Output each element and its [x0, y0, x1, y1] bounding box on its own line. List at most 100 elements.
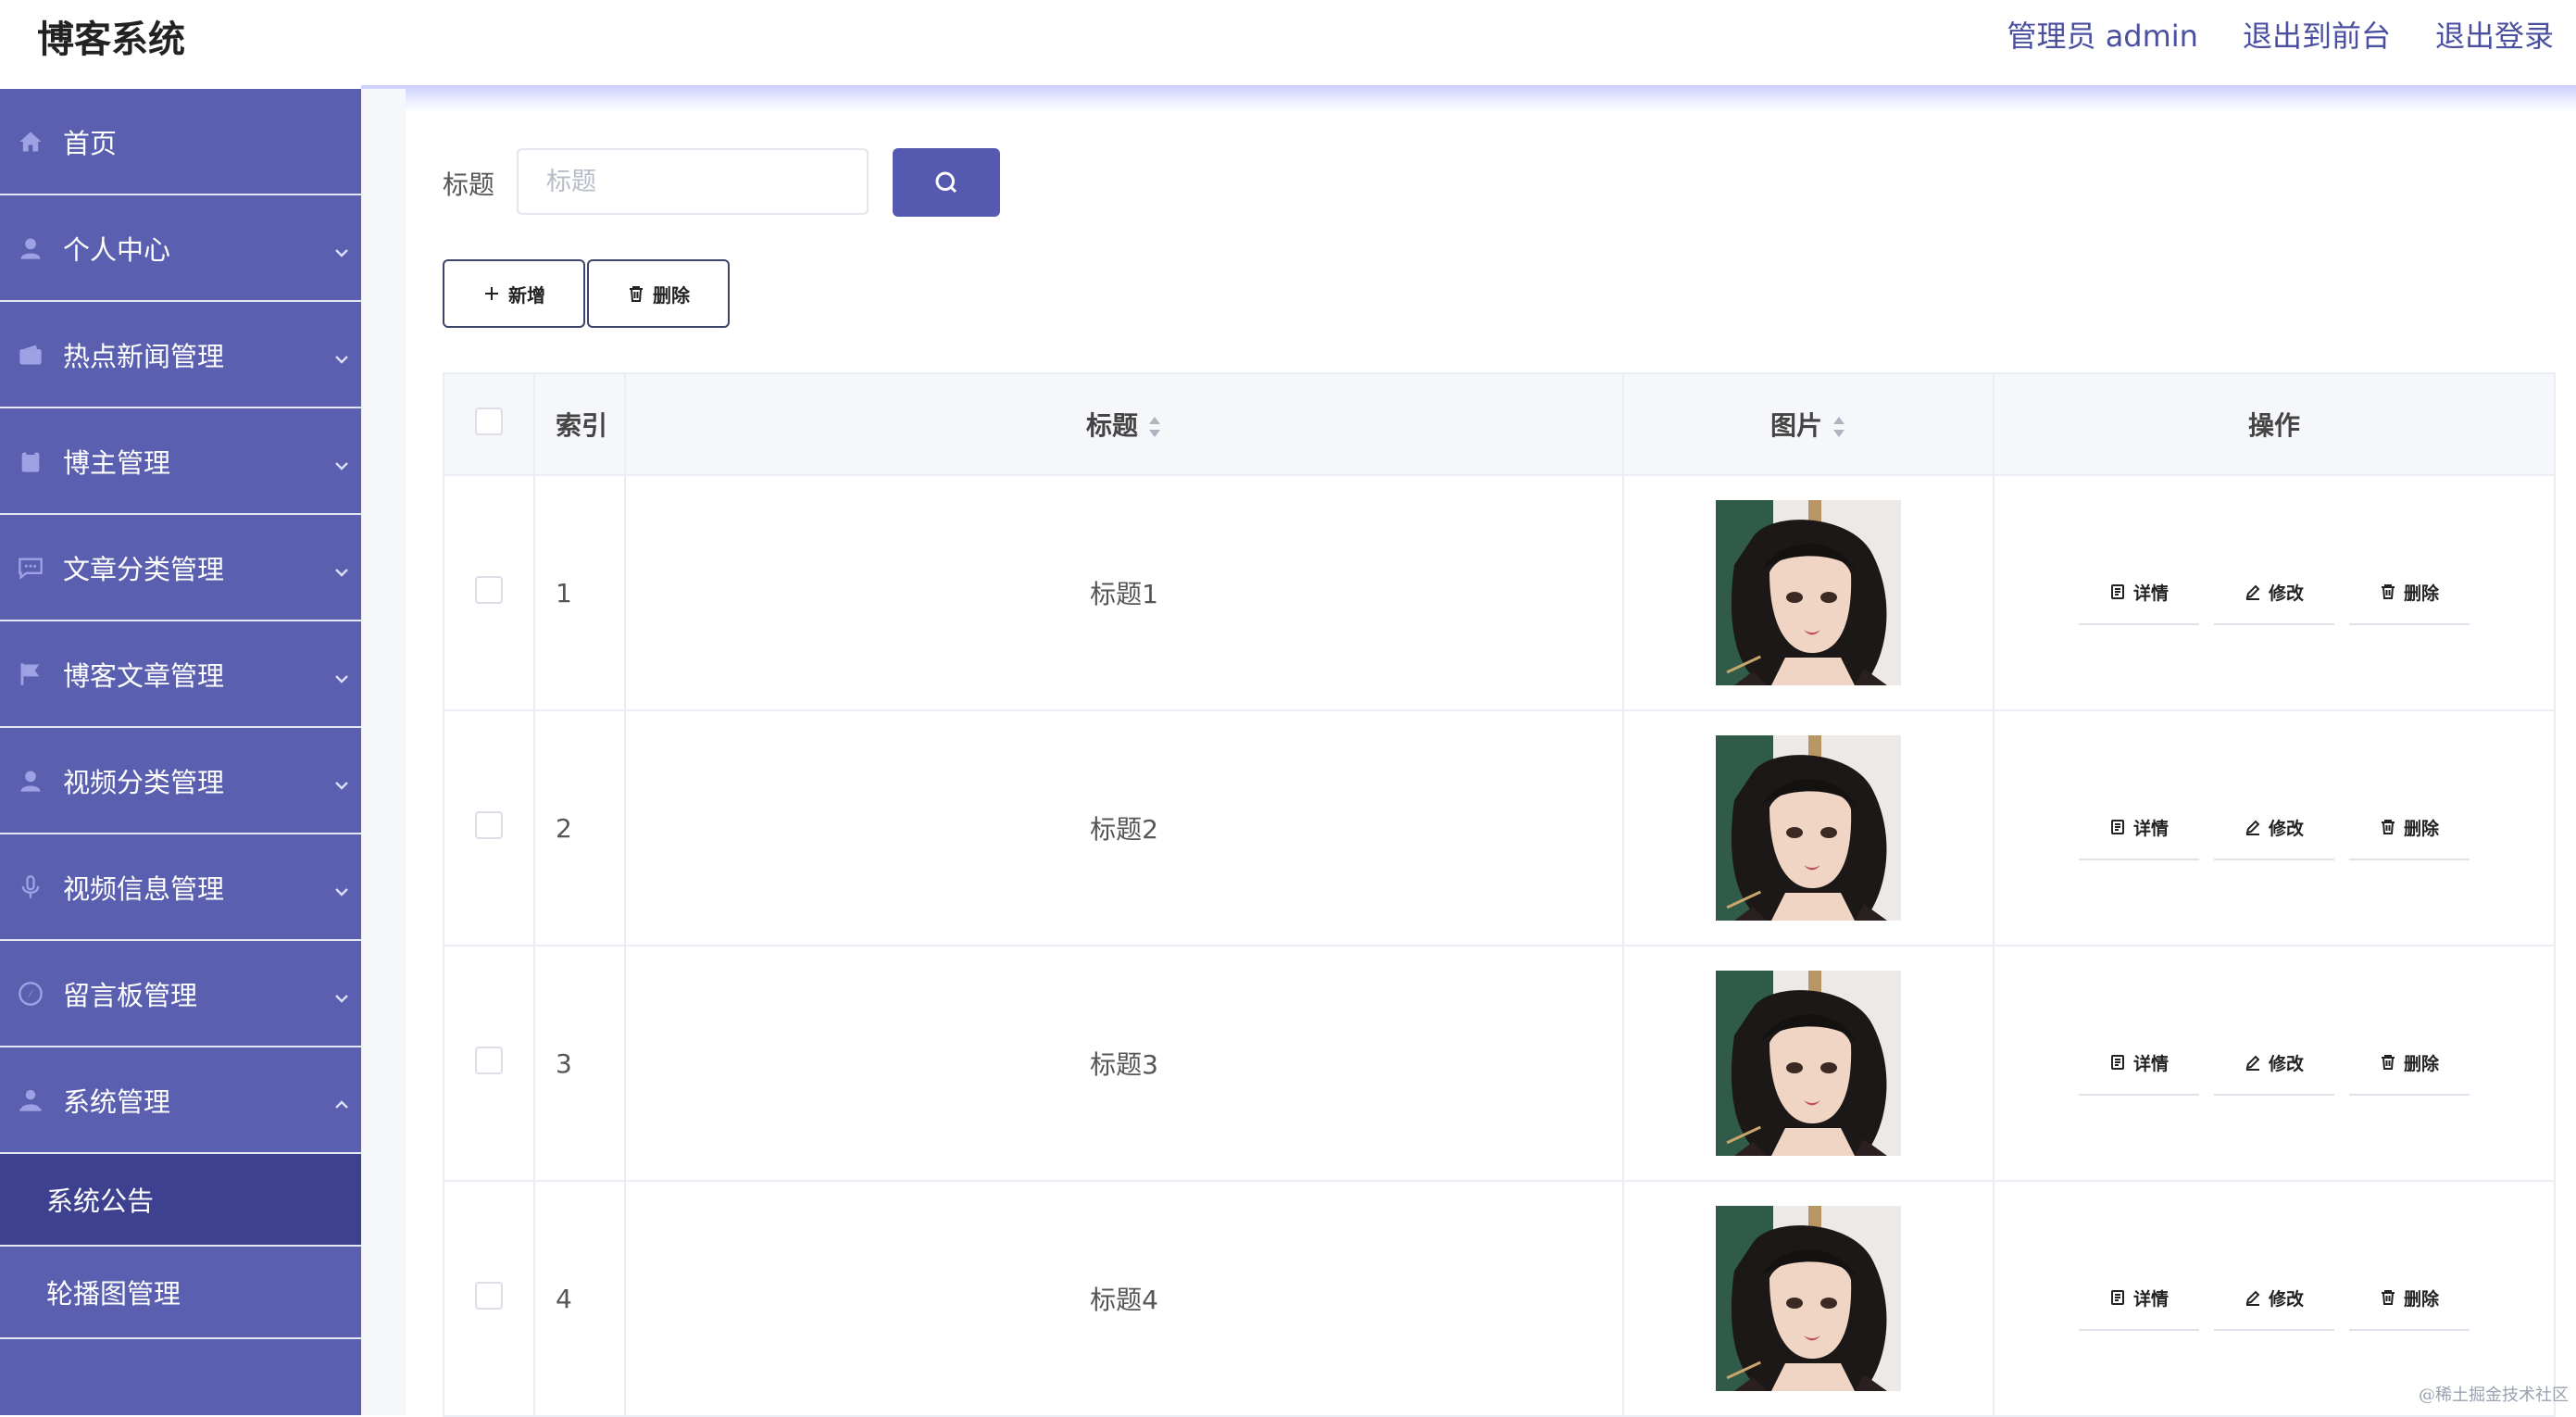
batch-delete-label: 删除 [653, 283, 690, 307]
delete-button[interactable]: 删除 [2349, 1031, 2470, 1096]
column-header-title[interactable]: 标题 [624, 372, 1624, 476]
row-checkbox[interactable] [475, 1281, 503, 1310]
sidebar-item-news[interactable]: 热点新闻管理 [0, 302, 361, 408]
row-image[interactable] [1716, 500, 1901, 685]
chevron-down-icon [333, 769, 350, 790]
pencil-icon [2245, 820, 2260, 835]
add-button-label: 新增 [508, 283, 545, 307]
row-image[interactable] [1716, 1206, 1901, 1391]
detail-button[interactable]: 详情 [2079, 1031, 2199, 1096]
sidebar-item-label: 博客文章管理 [63, 659, 225, 692]
edit-button[interactable]: 修改 [2214, 796, 2334, 860]
pencil-icon [2245, 584, 2260, 600]
sidebar-subitem-announcements[interactable]: 系统公告 [0, 1154, 361, 1247]
detail-button[interactable]: 详情 [2079, 1266, 2199, 1331]
detail-button[interactable]: 详情 [2079, 796, 2199, 860]
edit-button-label: 修改 [2268, 583, 2304, 604]
delete-button[interactable]: 删除 [2349, 1266, 2470, 1331]
chevron-down-icon [333, 343, 350, 364]
delete-button[interactable]: 删除 [2349, 796, 2470, 860]
edit-button-label: 修改 [2268, 1053, 2304, 1074]
wallet-icon [17, 341, 44, 369]
chevron-up-icon [333, 1088, 350, 1109]
sidebar: 首页 个人中心 热点新闻管理 博主管理 文章分类管理 博客文章管理 视频分类管理… [0, 89, 361, 1415]
row-title: 标题3 [624, 945, 1624, 1182]
trash-icon [630, 286, 643, 302]
select-all-checkbox[interactable] [475, 407, 503, 435]
sidebar-subitem-carousel[interactable]: 轮播图管理 [0, 1247, 361, 1339]
row-actions-cell: 详情 修改 删除 [1993, 945, 2556, 1182]
header-shadow [361, 85, 2576, 113]
edit-button[interactable]: 修改 [2214, 1266, 2334, 1331]
row-index: 3 [533, 945, 626, 1182]
app-title: 博客系统 [37, 19, 185, 61]
row-title: 标题2 [624, 709, 1624, 947]
sidebar-item-message-board[interactable]: 留言板管理 [0, 941, 361, 1047]
content-gutter [361, 89, 406, 1415]
document-icon [2110, 820, 2124, 834]
row-select-cell [443, 474, 535, 711]
detail-button[interactable]: 详情 [2079, 560, 2199, 625]
document-icon [2110, 1290, 2124, 1305]
table-row: 2 标题2 详情 修改 删除 [443, 709, 2556, 947]
search-icon [935, 171, 957, 194]
admin-label[interactable]: 管理员 admin [2007, 13, 2198, 56]
trash-icon [2381, 584, 2395, 599]
column-header-image-label: 图片 [1769, 410, 1822, 441]
row-checkbox[interactable] [475, 575, 503, 604]
delete-button-label: 删除 [2403, 818, 2439, 839]
sidebar-item-bloggers[interactable]: 博主管理 [0, 408, 361, 515]
compass-icon [17, 980, 44, 1008]
flag-icon [17, 660, 44, 688]
batch-delete-button[interactable]: 删除 [587, 259, 730, 328]
search-button[interactable] [893, 148, 1000, 217]
column-header-image[interactable]: 图片 [1622, 372, 1995, 476]
exit-to-front-link[interactable]: 退出到前台 [2243, 13, 2391, 56]
search-label: 标题 [443, 169, 495, 200]
column-header-index: 索引 [533, 372, 626, 476]
sidebar-item-label: 首页 [63, 127, 118, 159]
sort-icon[interactable] [1147, 414, 1162, 440]
chevron-down-icon [333, 449, 350, 470]
edit-button-label: 修改 [2268, 818, 2304, 839]
sidebar-item-blog-articles[interactable]: 博客文章管理 [0, 621, 361, 728]
table-header-row: 索引 标题 图片 操作 [443, 372, 2556, 476]
delete-button[interactable]: 删除 [2349, 560, 2470, 625]
chevron-down-icon [333, 982, 350, 1003]
table-row: 4 标题4 详情 修改 删除 [443, 1180, 2556, 1417]
sidebar-item-label: 博主管理 [63, 446, 171, 479]
user-icon [17, 234, 44, 262]
sidebar-item-label: 热点新闻管理 [63, 340, 225, 372]
sidebar-item-profile[interactable]: 个人中心 [0, 195, 361, 302]
row-actions-cell: 详情 修改 删除 [1993, 474, 2556, 711]
document-icon [2110, 1055, 2124, 1070]
main-content: 标题 新增 删除 索引 标题 图片 操作 [406, 111, 2576, 1417]
row-checkbox[interactable] [475, 810, 503, 839]
sidebar-item-video-info[interactable]: 视频信息管理 [0, 834, 361, 941]
user-icon [17, 767, 44, 795]
sidebar-item-home[interactable]: 首页 [0, 89, 361, 195]
sidebar-item-label: 文章分类管理 [63, 553, 225, 585]
sidebar-item-article-categories[interactable]: 文章分类管理 [0, 515, 361, 621]
edit-button[interactable]: 修改 [2214, 1031, 2334, 1096]
sidebar-item-video-categories[interactable]: 视频分类管理 [0, 728, 361, 834]
add-button[interactable]: 新增 [443, 259, 585, 328]
trash-icon [2381, 1055, 2395, 1070]
sidebar-item-system[interactable]: 系统管理 [0, 1047, 361, 1154]
row-select-cell [443, 945, 535, 1182]
row-checkbox[interactable] [475, 1046, 503, 1074]
row-image[interactable] [1716, 735, 1901, 921]
title-search-input[interactable] [517, 148, 869, 215]
table-row: 1 标题1 详情 修改 删除 [443, 474, 2556, 711]
detail-button-label: 详情 [2132, 1053, 2169, 1074]
row-image-cell [1622, 1180, 1995, 1417]
logout-link[interactable]: 退出登录 [2435, 13, 2554, 56]
header-links: 管理员 admin 退出到前台 退出登录 [2007, 13, 2554, 56]
sort-icon[interactable] [1832, 414, 1846, 440]
edit-button[interactable]: 修改 [2214, 560, 2334, 625]
chevron-down-icon [333, 875, 350, 897]
sidebar-item-label: 视频信息管理 [63, 872, 225, 905]
row-image[interactable] [1716, 971, 1901, 1156]
row-actions-cell: 详情 修改 删除 [1993, 1180, 2556, 1417]
row-index: 1 [533, 474, 626, 711]
